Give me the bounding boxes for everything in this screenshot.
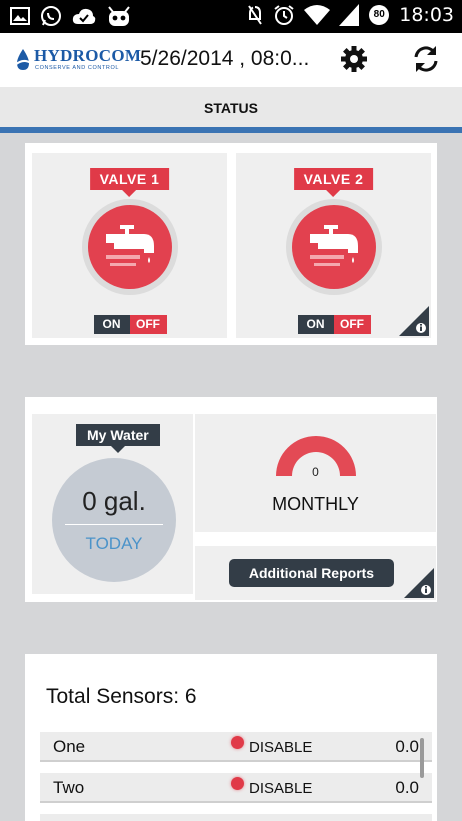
water-divider: [65, 524, 163, 525]
image-notification-icon: [10, 7, 30, 25]
monthly-panel: 0 MONTHLY: [195, 414, 436, 532]
water-usage-circle: 0 gal. TODAY: [52, 458, 176, 582]
brand-name: HYDROCOM: [34, 46, 142, 65]
my-water-panel: My Water 0 gal. TODAY: [32, 414, 193, 594]
sensors-panel: Total Sensors: 6 One DISABLE 0.0 Two DIS…: [32, 671, 436, 821]
sensor-row[interactable]: One DISABLE 0.0: [40, 732, 432, 762]
app-bar: HYDROCOM CONSERVE AND CONTROL 5/26/2014 …: [0, 33, 462, 87]
tab-indicator: [0, 127, 462, 133]
valve-2-on[interactable]: ON: [297, 315, 334, 334]
sensors-scrollbar[interactable]: [420, 738, 424, 778]
valve-2-toggle[interactable]: ON OFF: [297, 315, 371, 334]
valves-card: VALVE 1 ON OFF VALVE 2 ON OFF: [25, 143, 437, 345]
monthly-label: MONTHLY: [272, 494, 359, 514]
additional-reports-button[interactable]: Additional Reports: [229, 559, 394, 587]
page-title: 5/26/2014 , 08:0...: [140, 47, 310, 70]
robot-notification-icon: [106, 5, 132, 27]
brand-tagline: CONSERVE AND CONTROL: [35, 65, 120, 71]
clock: 18:03: [399, 4, 454, 26]
gauge-value: 0: [312, 465, 319, 479]
whatsapp-notification-icon: [40, 5, 62, 27]
hydrocom-logo: HYDROCOM CONSERVE AND CONTROL: [14, 46, 141, 76]
valve-1-toggle[interactable]: ON OFF: [93, 315, 167, 334]
settings-gear-icon[interactable]: [339, 44, 369, 79]
valve-2-panel: VALVE 2 ON OFF: [236, 153, 431, 338]
valve-2-indicator: [291, 205, 376, 289]
cloud-check-notification-icon: [72, 7, 96, 25]
valve-2-label: VALVE 2: [293, 168, 374, 197]
water-period: TODAY: [85, 534, 143, 553]
valve-1-indicator: [87, 205, 172, 289]
sensors-card: Total Sensors: 6 One DISABLE 0.0 Two DIS…: [25, 654, 437, 821]
tab-bar: STATUS: [0, 87, 462, 127]
faucet-icon: [105, 225, 154, 266]
mute-icon: [246, 4, 264, 26]
valve-1-off[interactable]: OFF: [129, 315, 167, 334]
signal-icon: [339, 4, 360, 26]
sensor-status-dot: [231, 777, 244, 790]
wifi-icon: [304, 4, 331, 26]
battery-icon: 80: [368, 4, 390, 26]
sensor-value: 0.0: [395, 778, 419, 797]
battery-level: 80: [373, 9, 385, 20]
system-status-bar: 80 18:03: [0, 0, 462, 33]
valve-1-label: VALVE 1: [89, 168, 170, 197]
valve-info-icon[interactable]: [399, 306, 429, 336]
water-drop-logo-icon: [14, 49, 32, 70]
tab-status[interactable]: STATUS: [0, 100, 462, 116]
water-card: My Water 0 gal. TODAY 0 MONTHLY Addition…: [25, 397, 437, 602]
sensor-status: DISABLE: [249, 780, 313, 797]
sensor-status: DISABLE: [249, 739, 313, 756]
my-water-label: My Water: [76, 424, 160, 453]
total-sensors-title: Total Sensors: 6: [46, 685, 197, 708]
valve-2-button[interactable]: [285, 199, 382, 295]
water-amount: 0 gal.: [82, 486, 146, 516]
refresh-icon[interactable]: [411, 44, 441, 79]
sensor-status-dot: [231, 736, 244, 749]
sensor-name: One: [53, 737, 86, 756]
alarm-icon: [273, 4, 295, 26]
valve-1-on[interactable]: ON: [93, 315, 130, 334]
sensor-row-partial[interactable]: [40, 814, 432, 821]
valve-2-off[interactable]: OFF: [333, 315, 371, 334]
sensor-value: 0.0: [395, 737, 419, 756]
sensor-name: Two: [53, 778, 85, 797]
reports-panel: Additional Reports: [195, 546, 436, 600]
faucet-icon: [309, 225, 358, 266]
valve-1-button[interactable]: [81, 199, 178, 295]
sensor-row[interactable]: Two DISABLE 0.0: [40, 773, 432, 803]
reports-info-icon[interactable]: [404, 568, 434, 598]
valve-1-panel: VALVE 1 ON OFF: [32, 153, 227, 338]
